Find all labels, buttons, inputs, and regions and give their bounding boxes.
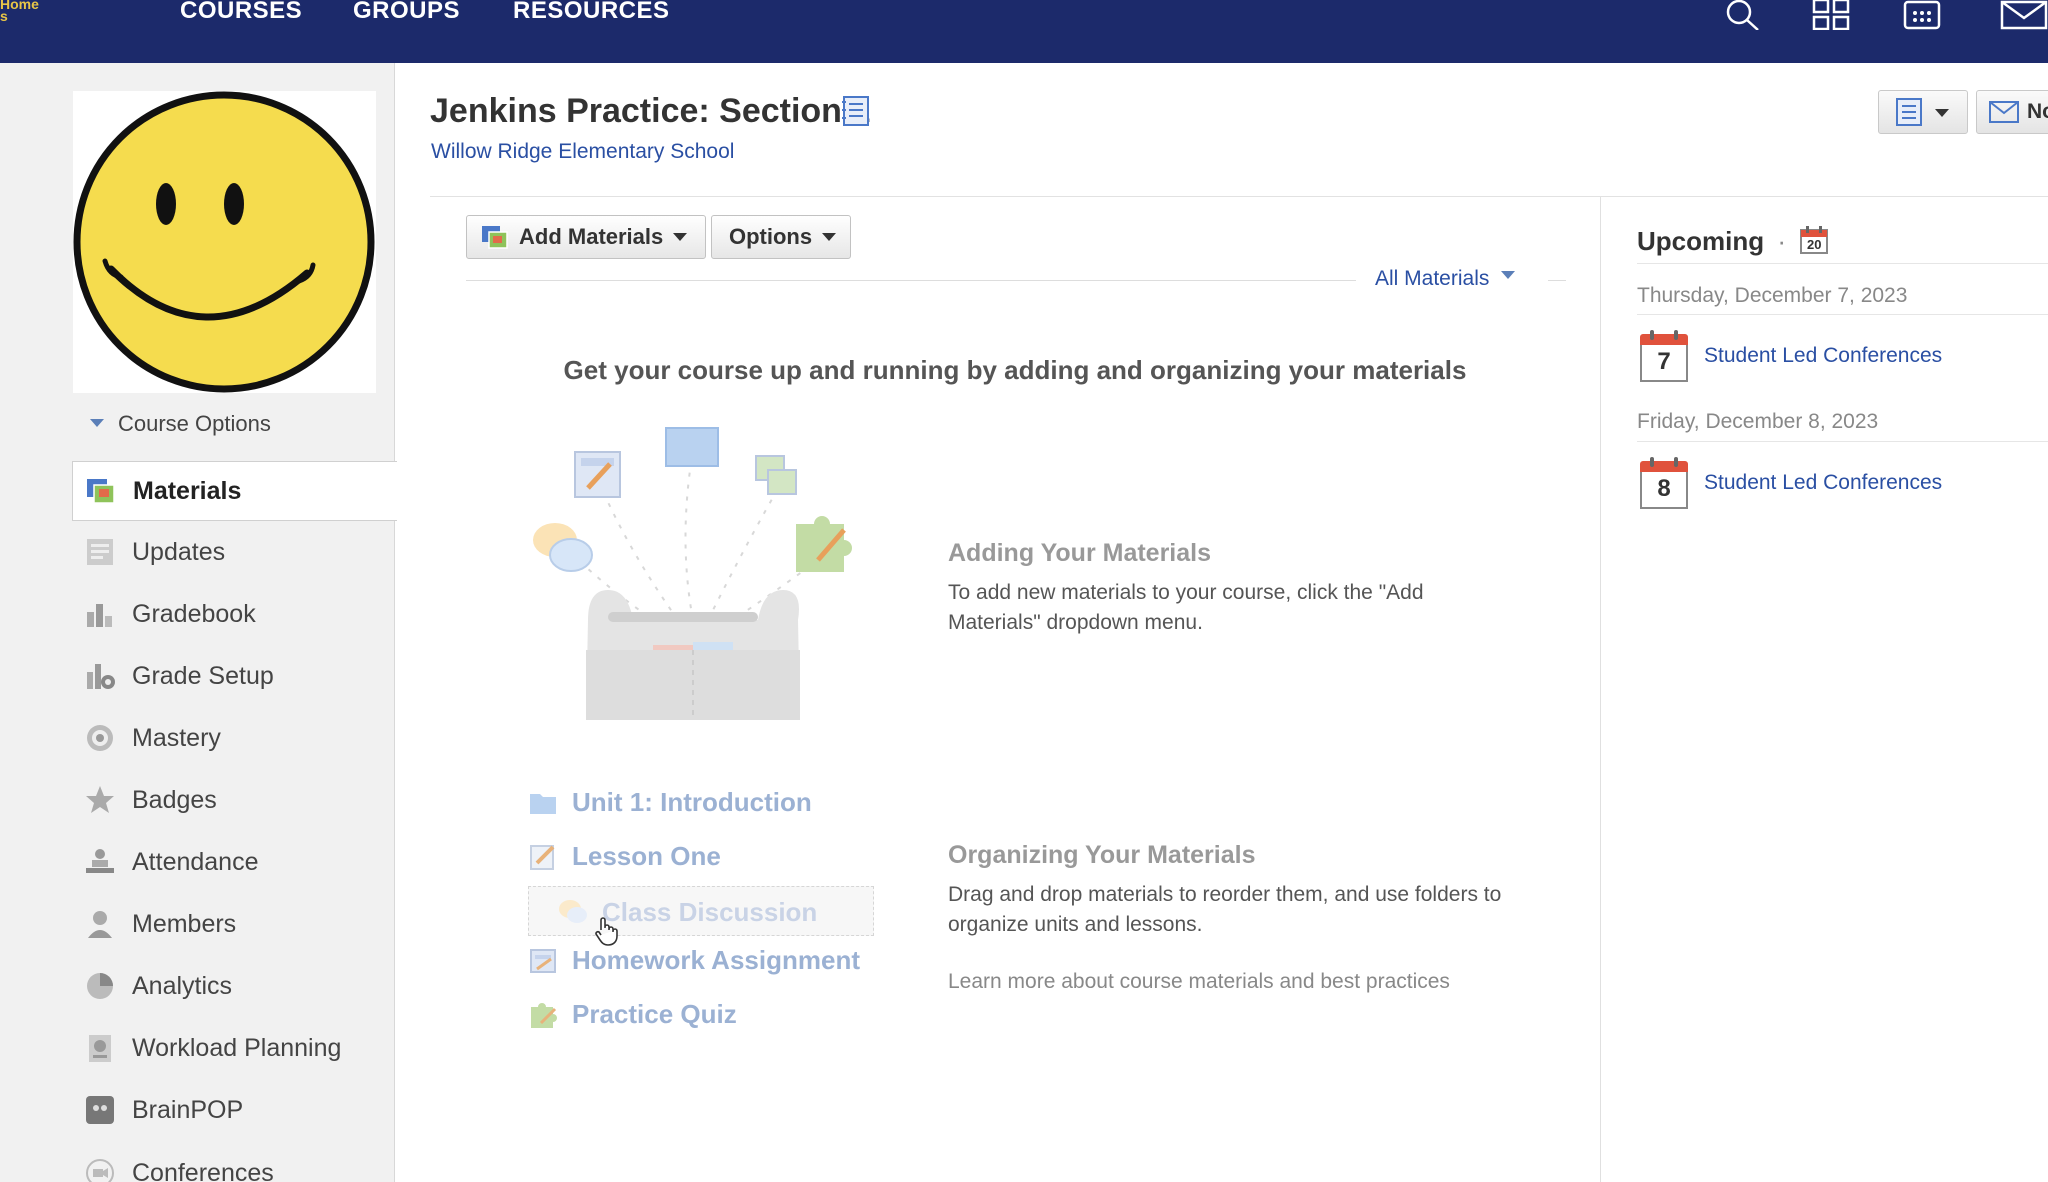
add-materials-icon xyxy=(481,223,509,251)
upcoming-event[interactable]: 7 Student Led Conferences xyxy=(1640,330,1942,382)
sidebar-item-mastery[interactable]: Mastery xyxy=(72,708,395,768)
materials-toolbox-illustration xyxy=(528,420,858,735)
learn-more-link[interactable]: Learn more about course materials and be… xyxy=(948,970,1450,994)
sidebar-item-analytics[interactable]: Analytics xyxy=(72,956,395,1016)
brainpop-icon xyxy=(82,1092,118,1128)
home-logo[interactable]: Home s xyxy=(0,0,39,23)
upcoming-title: Upcoming · 20 xyxy=(1637,226,1829,258)
course-menu-button[interactable] xyxy=(1878,90,1968,134)
upcoming-date: Friday, December 8, 2023 xyxy=(1637,410,1879,433)
course-notebook-icon[interactable] xyxy=(840,95,872,132)
calendar-view-icon[interactable]: 20 xyxy=(1799,225,1829,255)
toolbar-divider xyxy=(466,280,1356,281)
caret-down-icon xyxy=(90,419,104,428)
nav-resources[interactable]: RESOURCES xyxy=(513,0,670,23)
upcoming-event[interactable]: 8 Student Led Conferences xyxy=(1640,457,1942,509)
date-divider xyxy=(1637,441,2048,442)
sidebar-item-materials[interactable]: Materials xyxy=(72,461,397,521)
page-icon xyxy=(528,842,558,872)
gradebook-icon xyxy=(82,596,118,632)
attendance-icon xyxy=(82,844,118,880)
envelope-icon xyxy=(1989,101,2019,123)
sidebar-item-updates[interactable]: Updates xyxy=(72,522,395,582)
apps-grid-icon[interactable] xyxy=(1812,0,1852,30)
conferences-icon xyxy=(82,1155,118,1182)
page-title: Jenkins Practice: Section 1 xyxy=(430,92,871,130)
notebook-dropdown-icon xyxy=(1896,98,1949,126)
nav-groups[interactable]: GROUPS xyxy=(353,0,460,23)
members-icon xyxy=(82,906,118,942)
organizing-materials-title: Organizing Your Materials xyxy=(948,841,1256,869)
calendar-day-icon: 7 xyxy=(1640,330,1688,382)
caret-down-icon xyxy=(1501,271,1516,280)
grade-setup-icon xyxy=(82,658,118,694)
caret-down-icon xyxy=(673,233,688,241)
workload-icon xyxy=(82,1030,118,1066)
sidebar-item-grade-setup[interactable]: Grade Setup xyxy=(72,646,395,706)
upcoming-date: Thursday, December 7, 2023 xyxy=(1637,284,1908,307)
sample-item-homework: Homework Assignment xyxy=(528,945,860,976)
all-materials-filter[interactable]: All Materials xyxy=(1375,267,1516,291)
course-options-toggle[interactable]: Course Options xyxy=(90,411,271,437)
calendar-icon[interactable] xyxy=(1903,0,1943,30)
assignment-icon xyxy=(528,946,558,976)
calendar-day-icon: 8 xyxy=(1640,457,1688,509)
adding-materials-title: Adding Your Materials xyxy=(948,539,1212,567)
organizing-materials-text: Drag and drop materials to reorder them,… xyxy=(948,883,1502,936)
sidebar-item-workload-planning[interactable]: Workload Planning xyxy=(72,1018,395,1078)
toolbar-divider-end xyxy=(1548,280,1566,281)
notifications-button[interactable]: No xyxy=(1976,90,2048,134)
empty-state-heading: Get your course up and running by adding… xyxy=(563,355,1467,385)
discussion-icon xyxy=(558,899,588,925)
sidebar-item-members[interactable]: Members xyxy=(72,894,395,954)
mail-icon[interactable] xyxy=(2000,0,2048,30)
date-divider xyxy=(1637,314,2048,315)
header-divider xyxy=(430,196,2048,197)
top-navigation-bar: Home s COURSES GROUPS RESOURCES xyxy=(0,0,2048,63)
sample-item-lesson: Lesson One xyxy=(528,841,721,872)
add-materials-button[interactable]: Add Materials xyxy=(466,215,706,259)
upcoming-divider xyxy=(1637,263,2048,264)
nav-courses[interactable]: COURSES xyxy=(180,0,302,23)
updates-icon xyxy=(82,534,118,570)
search-icon[interactable] xyxy=(1722,0,1762,30)
materials-icon xyxy=(83,473,119,509)
folder-icon xyxy=(528,788,558,818)
caret-down-icon xyxy=(822,233,837,241)
sample-item-unit: Unit 1: Introduction xyxy=(528,787,812,818)
mastery-icon xyxy=(82,720,118,756)
analytics-icon xyxy=(82,968,118,1004)
school-link[interactable]: Willow Ridge Elementary School xyxy=(431,140,734,164)
sidebar-item-gradebook[interactable]: Gradebook xyxy=(72,584,395,644)
sample-item-quiz: Practice Quiz xyxy=(528,999,737,1030)
sidebar-item-brainpop[interactable]: BrainPOP xyxy=(72,1080,395,1140)
course-profile-picture[interactable] xyxy=(73,91,376,393)
sidebar-item-attendance[interactable]: Attendance xyxy=(72,832,395,892)
sidebar-item-conferences[interactable]: Conferences xyxy=(72,1143,395,1182)
badges-icon xyxy=(82,782,118,818)
course-sidebar: Course Options Materials Updates Gradebo… xyxy=(0,63,397,1182)
options-button[interactable]: Options xyxy=(711,215,851,259)
sidebar-item-badges[interactable]: Badges xyxy=(72,770,395,830)
adding-materials-text: To add new materials to your course, cli… xyxy=(948,581,1424,634)
right-column-divider xyxy=(1600,197,1601,1182)
quiz-icon xyxy=(528,1000,558,1030)
